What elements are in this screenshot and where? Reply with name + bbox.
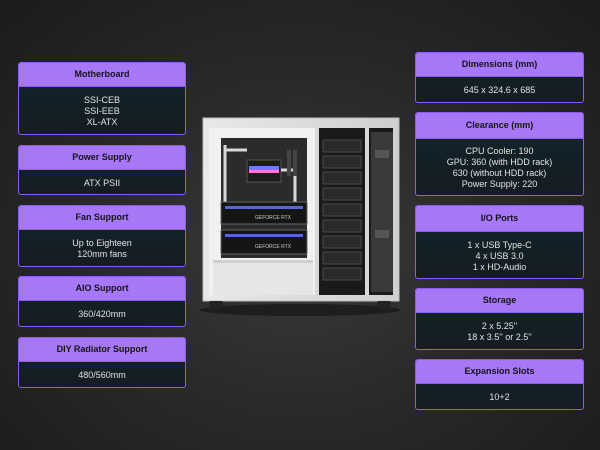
card-line: 360/420mm xyxy=(78,309,126,319)
card-line: Up to Eighteen xyxy=(72,238,132,248)
storage-card: Storage 2 x 5.25'' 18 x 3.5'' or 2.5'' xyxy=(415,288,584,350)
card-line: ATX PSII xyxy=(83,177,121,188)
dimensions-card: Dimensions (mm) 645 x 324.6 x 685 xyxy=(415,52,584,103)
pc-case-image: GEFORCE RTX GEFORCE RTX xyxy=(195,110,405,325)
gpu-label: GEFORCE RTX xyxy=(255,244,292,250)
fan-support-card: Fan Support Up to Eighteen 120mm fans xyxy=(18,205,186,267)
gpu-label: GEFORCE RTX xyxy=(255,215,292,221)
card-line: 2 x 5.25'' xyxy=(481,321,518,331)
card-title: Clearance (mm) xyxy=(416,113,583,139)
card-title: Storage xyxy=(416,289,583,313)
card-title: AIO Support xyxy=(19,277,185,301)
card-line: CPU Cooler: 190 xyxy=(465,146,534,156)
card-line: SSI-CEB xyxy=(83,95,120,105)
card-line: 645 x 324.6 x 685 xyxy=(463,85,536,95)
card-line: XL-ATX xyxy=(86,117,118,127)
card-title: Dimensions (mm) xyxy=(416,53,583,77)
card-title: Power Supply xyxy=(19,146,185,170)
expansion-slots-card: Expansion Slots 10+2 xyxy=(415,359,584,410)
aio-support-card: AIO Support 360/420mm xyxy=(18,276,186,327)
card-line: 18 x 3.5'' or 2.5'' xyxy=(467,332,532,342)
card-line: 480/560mm xyxy=(78,370,126,380)
card-title: I/O Ports xyxy=(416,206,583,232)
card-line: 4 x USB 3.0 xyxy=(475,250,524,261)
card-line: SSI-EEB xyxy=(84,106,120,116)
card-title: Expansion Slots xyxy=(416,360,583,384)
io-ports-card: I/O Ports 1 x USB Type-C 4 x USB 3.0 1 x… xyxy=(415,205,584,279)
card-line: 1 x HD-Audio xyxy=(472,261,527,272)
card-title: DIY Radiator Support xyxy=(19,338,185,362)
power-supply-card: Power Supply ATX PSII xyxy=(18,145,186,195)
card-line: 1 x USB Type-C xyxy=(467,239,532,250)
card-line: 630 (without HDD rack) xyxy=(452,168,547,178)
clearance-card: Clearance (mm) CPU Cooler: 190 GPU: 360 … xyxy=(415,112,584,196)
card-title: Motherboard xyxy=(19,63,185,87)
card-line: GPU: 360 (with HDD rack) xyxy=(446,157,553,167)
diy-radiator-card: DIY Radiator Support 480/560mm xyxy=(18,337,186,388)
card-line: 120mm fans xyxy=(77,249,127,259)
card-line: 10+2 xyxy=(489,392,510,402)
card-line: Power Supply: 220 xyxy=(461,179,538,189)
card-title: Fan Support xyxy=(19,206,185,230)
motherboard-card: Motherboard SSI-CEB SSI-EEB XL-ATX xyxy=(18,62,186,135)
